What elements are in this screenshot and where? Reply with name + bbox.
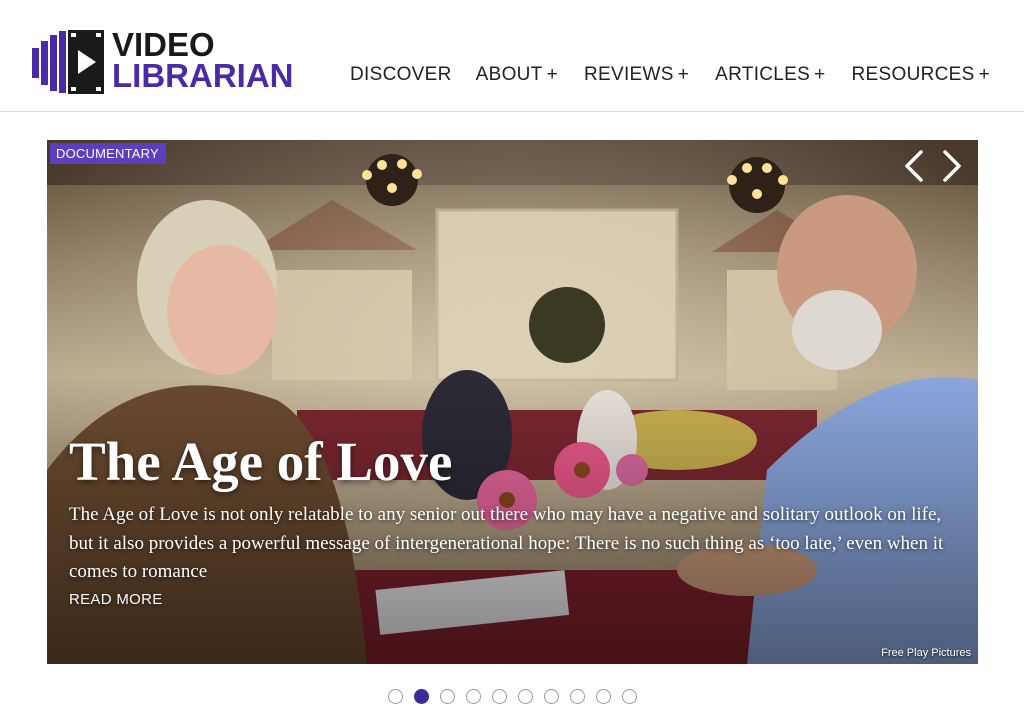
nav-reviews-expand-icon: + — [677, 64, 690, 85]
nav-articles[interactable]: ARTICLES + — [715, 64, 825, 92]
logo-word-librarian: LIBRARIAN — [112, 57, 294, 94]
nav-about-expand-icon: + — [546, 64, 558, 85]
nav-about-label: ABOUT — [475, 64, 543, 85]
slider-dot[interactable] — [466, 689, 481, 704]
nav-discover[interactable]: DISCOVER — [350, 64, 452, 92]
slider-dot[interactable] — [596, 689, 611, 704]
nav-reviews[interactable]: REVIEWS + — [584, 64, 689, 92]
chevron-right-icon[interactable] — [933, 146, 967, 186]
nav-articles-expand-icon: + — [814, 64, 826, 85]
slider-dot[interactable] — [570, 689, 585, 704]
nav-resources-label: RESOURCES — [851, 64, 975, 85]
site-header: VIDEO LIBRARIAN DISCOVER ABOUT + REVIEWS +… — [0, 0, 1024, 112]
slider-dot[interactable] — [440, 689, 455, 704]
slider-dot[interactable] — [622, 689, 637, 704]
slider-pagination — [388, 689, 648, 705]
nav-about[interactable]: ABOUT + — [476, 64, 558, 92]
hero-slider[interactable]: DOCUMENTARY The Age of Love The Age of L… — [47, 140, 978, 664]
slider-dot[interactable] — [544, 689, 559, 704]
slider-dot[interactable] — [492, 689, 507, 704]
film-strip-play-icon — [32, 30, 104, 94]
nav-discover-label: DISCOVER — [350, 64, 452, 85]
nav-articles-label: ARTICLES — [715, 64, 811, 85]
slide-title[interactable]: The Age of Love — [69, 430, 452, 493]
slide-excerpt: The Age of Love is not only relatable to… — [69, 504, 944, 582]
slider-dot[interactable] — [388, 689, 403, 704]
image-credit: Free Play Pictures — [881, 647, 971, 659]
nav-resources-expand-icon: + — [978, 64, 990, 85]
main-nav: DISCOVER ABOUT + REVIEWS + ARTICLES + RESOU… — [350, 64, 990, 92]
slider-dot[interactable] — [518, 689, 533, 704]
read-more-link[interactable]: READ MORE — [69, 591, 163, 608]
category-badge[interactable]: DOCUMENTARY — [50, 143, 166, 164]
nav-reviews-label: REVIEWS — [584, 64, 674, 85]
site-logo[interactable]: VIDEO LIBRARIAN — [32, 28, 322, 98]
slider-dot[interactable] — [414, 689, 429, 704]
chevron-left-icon[interactable] — [899, 146, 933, 186]
nav-resources[interactable]: RESOURCES + — [852, 64, 990, 92]
